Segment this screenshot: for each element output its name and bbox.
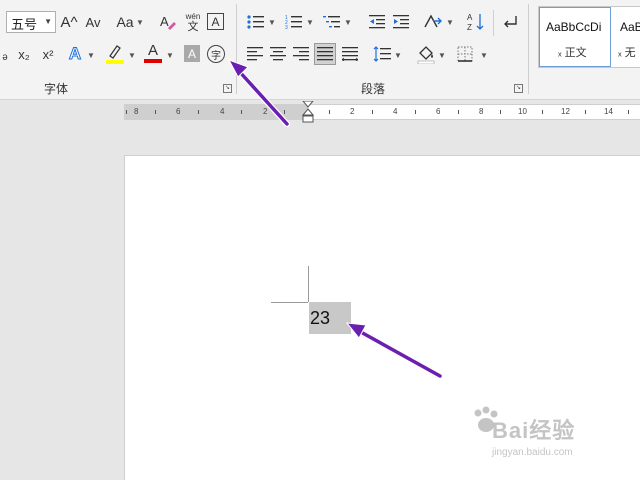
annotation-arrow xyxy=(227,59,290,127)
annotation-overlay xyxy=(227,59,443,379)
annotation-arrow xyxy=(345,322,443,379)
